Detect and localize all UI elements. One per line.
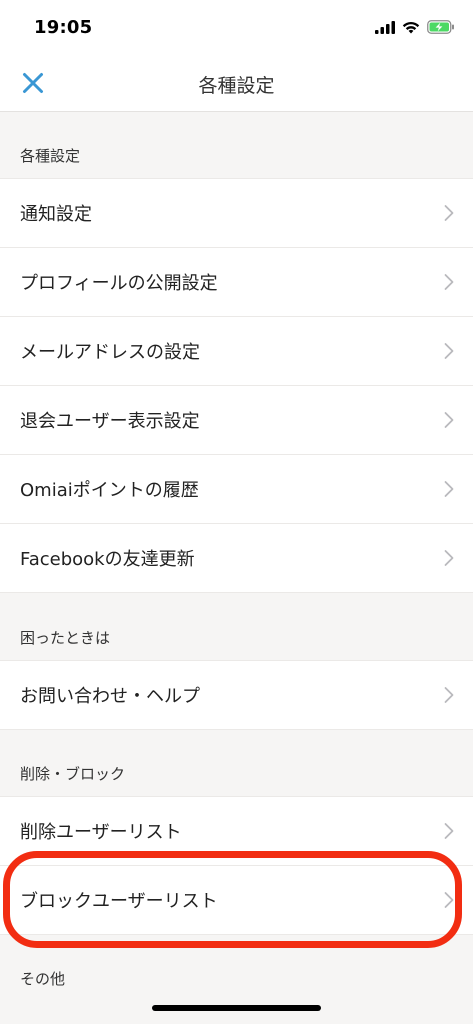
row-label: Facebookの友達更新 bbox=[20, 549, 195, 570]
status-bar: 19:05 bbox=[0, 0, 473, 54]
chevron-right-icon bbox=[444, 343, 454, 359]
row-deleted-users-list[interactable]: 削除ユーザーリスト bbox=[0, 796, 473, 865]
chevron-right-icon bbox=[444, 687, 454, 703]
chevron-right-icon bbox=[444, 481, 454, 497]
row-profile-visibility[interactable]: プロフィールの公開設定 bbox=[0, 247, 473, 316]
row-label: Omiaiポイントの履歴 bbox=[20, 480, 199, 501]
wifi-icon bbox=[402, 21, 420, 33]
section-header-delete-block: 削除・ブロック bbox=[0, 730, 473, 796]
row-withdrawn-users-display[interactable]: 退会ユーザー表示設定 bbox=[0, 385, 473, 454]
chevron-right-icon bbox=[444, 550, 454, 566]
status-icons bbox=[375, 19, 455, 35]
row-label: メールアドレスの設定 bbox=[20, 342, 200, 363]
row-label: 通知設定 bbox=[20, 204, 92, 225]
row-label: 退会ユーザー表示設定 bbox=[20, 411, 200, 432]
home-indicator bbox=[152, 1005, 321, 1011]
row-label: お問い合わせ・ヘルプ bbox=[20, 686, 200, 707]
row-email-settings[interactable]: メールアドレスの設定 bbox=[0, 316, 473, 385]
page-title: 各種設定 bbox=[198, 75, 275, 97]
signal-icon bbox=[375, 20, 395, 34]
chevron-right-icon bbox=[444, 274, 454, 290]
status-time: 19:05 bbox=[34, 17, 93, 38]
chevron-right-icon bbox=[444, 412, 454, 428]
section-header-settings: 各種設定 bbox=[0, 112, 473, 178]
section-header-label: 削除・ブロック bbox=[20, 765, 126, 783]
row-notification-settings[interactable]: 通知設定 bbox=[0, 178, 473, 247]
section-header-label: 困ったときは bbox=[20, 629, 111, 647]
section-header-label: その他 bbox=[20, 970, 66, 988]
row-contact-help[interactable]: お問い合わせ・ヘルプ bbox=[0, 660, 473, 730]
battery-charging-icon bbox=[427, 20, 454, 34]
chevron-right-icon bbox=[444, 892, 454, 908]
section-header-help: 困ったときは bbox=[0, 593, 473, 660]
nav-bar: 各種設定 bbox=[0, 54, 473, 112]
chevron-right-icon bbox=[444, 205, 454, 221]
row-blocked-users-list[interactable]: ブロックユーザーリスト bbox=[0, 865, 473, 935]
row-label: 削除ユーザーリスト bbox=[20, 822, 182, 843]
section-header-label: 各種設定 bbox=[20, 147, 81, 165]
section-header-other: その他 bbox=[0, 935, 473, 1001]
row-facebook-friends-update[interactable]: Facebookの友達更新 bbox=[0, 523, 473, 593]
row-point-history[interactable]: Omiaiポイントの履歴 bbox=[0, 454, 473, 523]
row-label: ブロックユーザーリスト bbox=[20, 891, 218, 912]
row-label: プロフィールの公開設定 bbox=[20, 273, 218, 294]
chevron-right-icon bbox=[444, 823, 454, 839]
